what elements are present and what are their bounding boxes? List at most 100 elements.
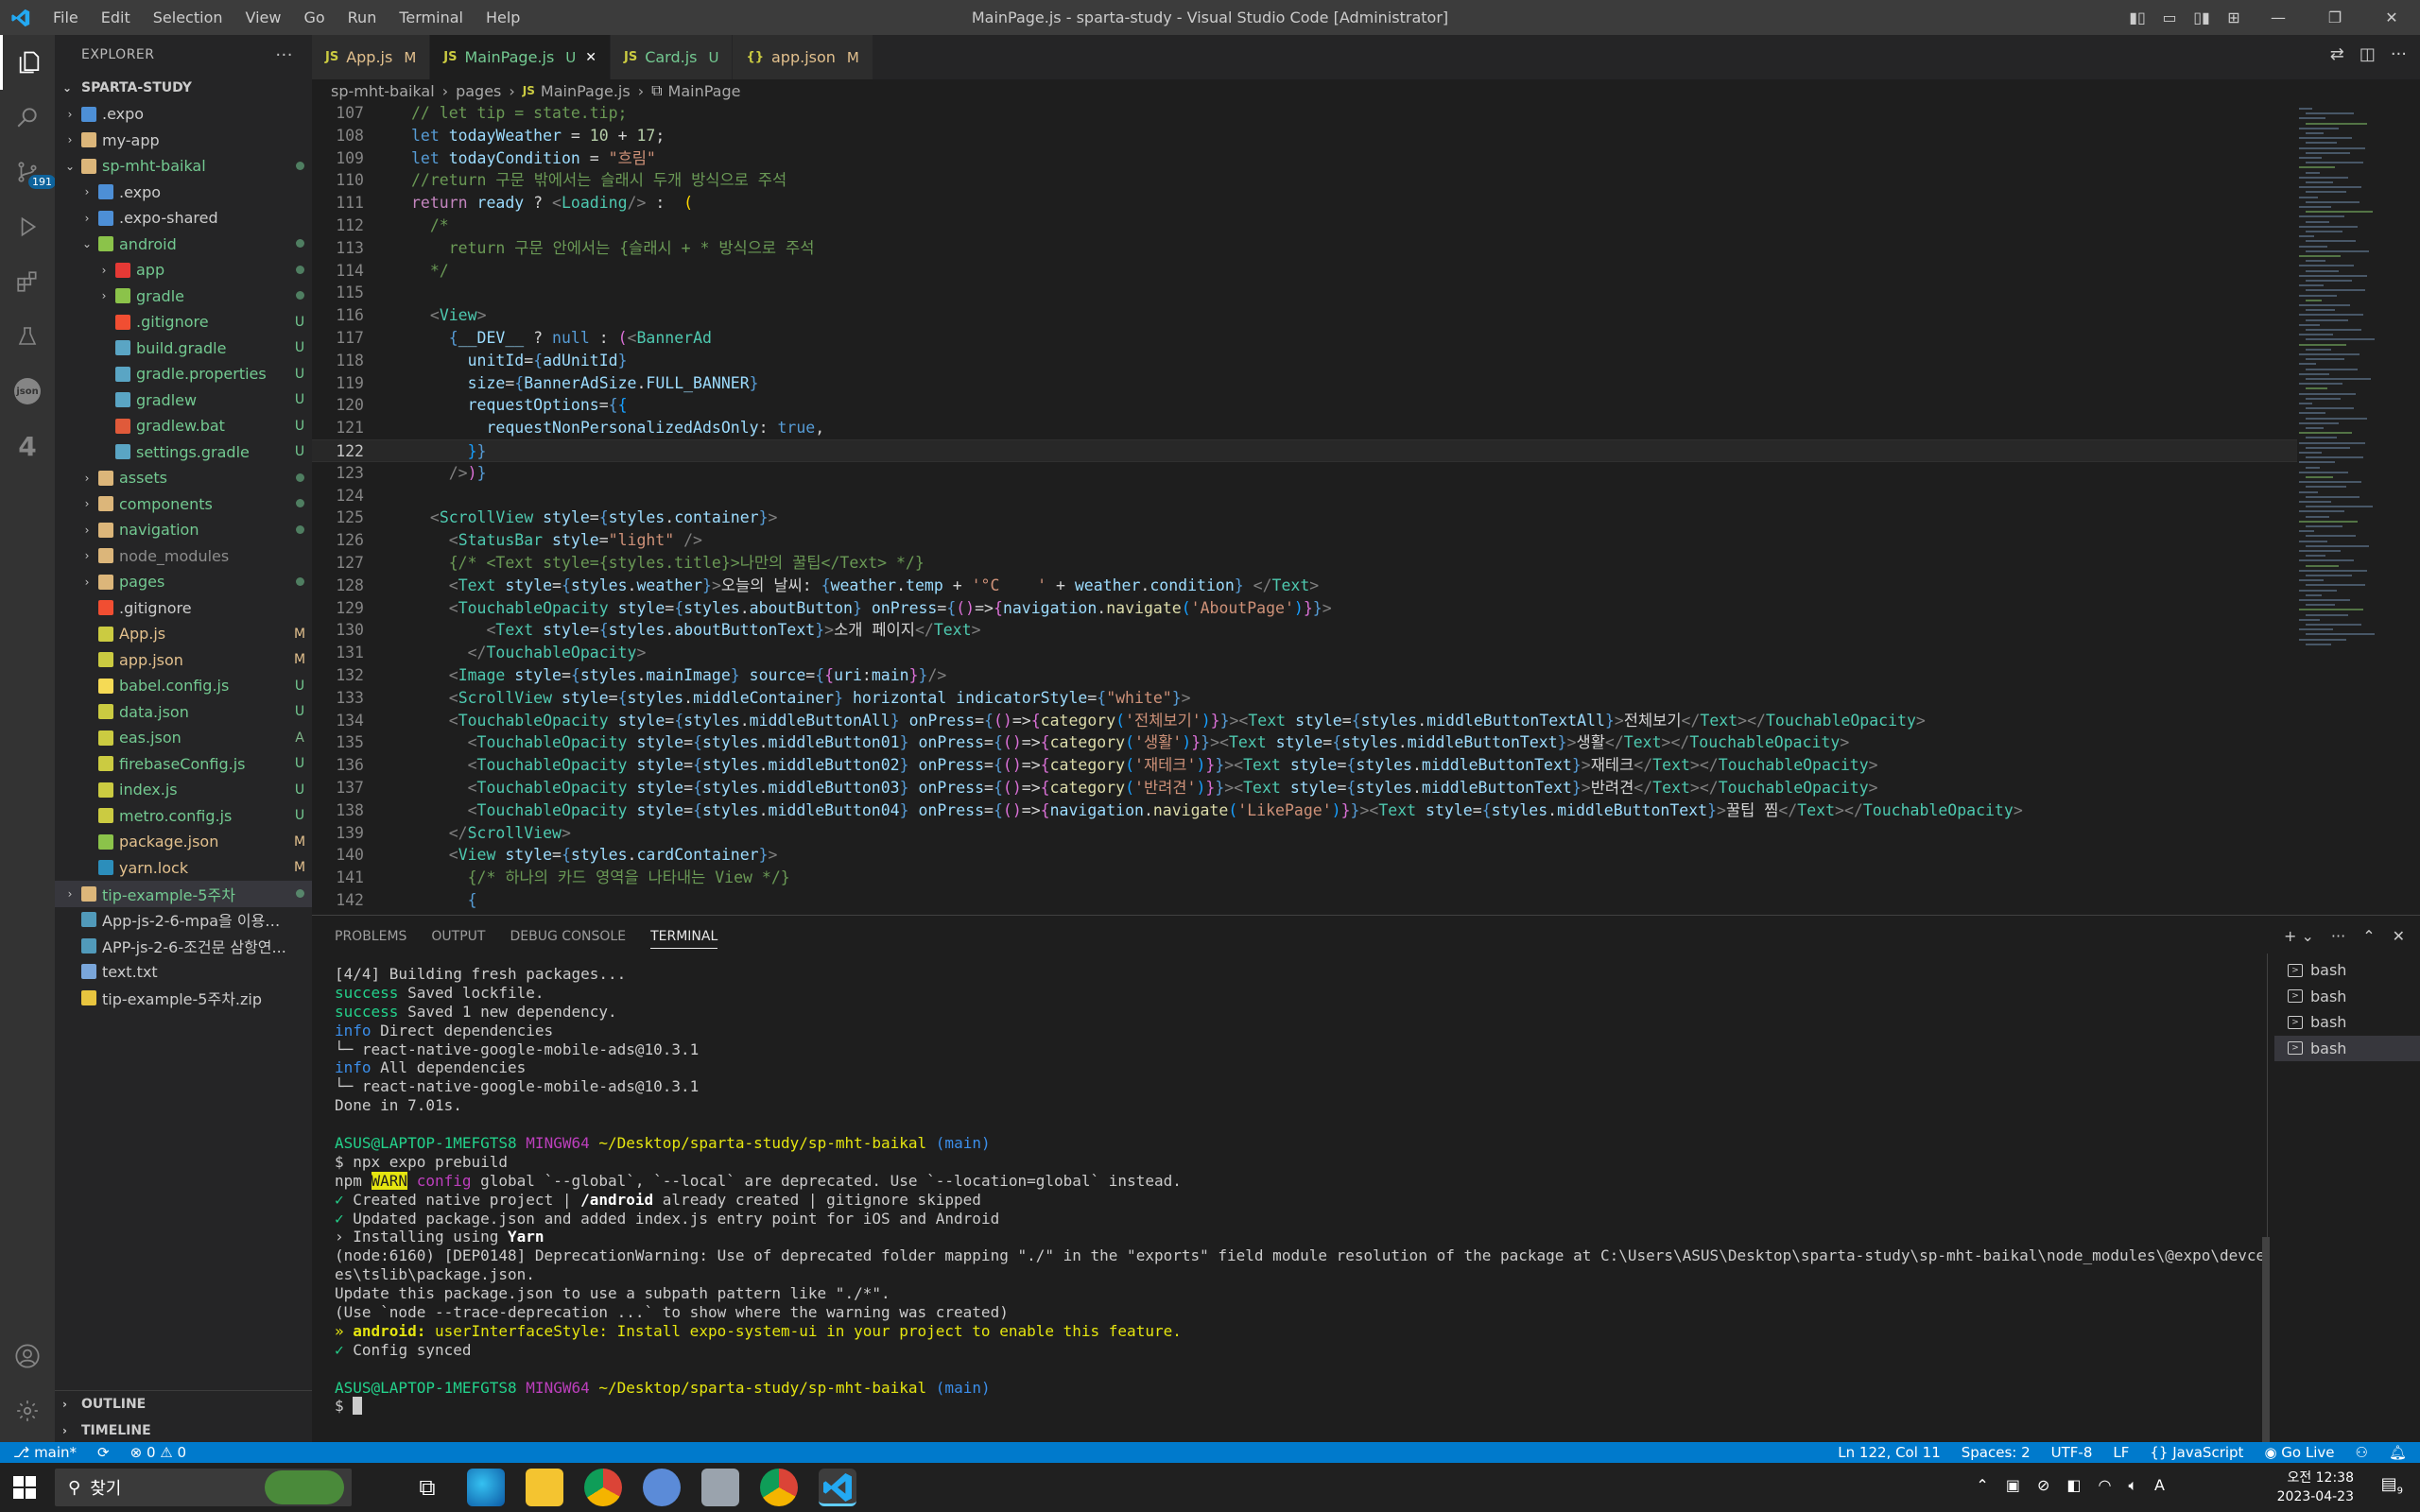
problems-status[interactable]: ⊗ 0 ⚠ 0: [130, 1444, 186, 1461]
code-line[interactable]: 124: [312, 485, 2297, 507]
tab-card-js[interactable]: JS Card.js U: [611, 35, 734, 79]
new-terminal-icon[interactable]: + ⌄: [2284, 927, 2314, 945]
tray-app-icon[interactable]: ▣: [2006, 1476, 2020, 1495]
menu-selection[interactable]: Selection: [142, 0, 234, 35]
code-line[interactable]: 117 {__DEV__ ? null : (<BannerAd: [312, 327, 2297, 350]
terminal-instance[interactable]: > bash: [2274, 957, 2420, 984]
code-line[interactable]: 139 </ScrollView>: [312, 822, 2297, 845]
tree-item[interactable]: › pages: [55, 569, 312, 595]
toggle-panel-icon[interactable]: ▭: [2153, 9, 2186, 26]
close-window-button[interactable]: ✕: [2363, 9, 2420, 26]
menu-terminal[interactable]: Terminal: [388, 0, 475, 35]
terminal-instance[interactable]: > bash: [2274, 1035, 2420, 1061]
account-icon[interactable]: ⚇: [2356, 1444, 2368, 1461]
menu-help[interactable]: Help: [475, 0, 531, 35]
volume-icon[interactable]: 🔈︎: [2128, 1476, 2137, 1495]
code-line[interactable]: 111 return ready ? <Loading/> : (: [312, 192, 2297, 215]
close-panel-icon[interactable]: ✕: [2393, 927, 2405, 945]
sync-icon[interactable]: ⟳: [97, 1444, 110, 1461]
clock[interactable]: 오전 12:38 2023-04-23: [2277, 1469, 2354, 1506]
source-control-icon[interactable]: 191: [0, 145, 56, 199]
encoding[interactable]: UTF-8: [2051, 1444, 2093, 1461]
edge-browser-icon[interactable]: [467, 1469, 505, 1506]
tree-item[interactable]: index.js U: [55, 777, 312, 803]
tree-item[interactable]: tip-example-5주차.zip: [55, 985, 312, 1011]
tree-item[interactable]: ⌄ sp-mht-baikal: [55, 153, 312, 180]
timeline-section[interactable]: › TIMELINE: [55, 1418, 312, 1444]
tree-item[interactable]: .gitignore U: [55, 309, 312, 335]
customize-layout-icon[interactable]: ⊞: [2218, 9, 2250, 26]
minimap[interactable]: [2297, 102, 2420, 915]
breadcrumb-item[interactable]: MainPage: [668, 82, 741, 100]
tab-app-json[interactable]: {} app.json M: [733, 35, 873, 79]
code-line[interactable]: 127 {/* <Text style={styles.title}>나만의 꿀…: [312, 552, 2297, 575]
maximize-button[interactable]: ❐: [2307, 9, 2363, 26]
panel-tab-terminal[interactable]: TERMINAL: [650, 929, 718, 949]
code-line[interactable]: 108 let todayWeather = 10 + 17;: [312, 125, 2297, 147]
messenger-app-icon[interactable]: [643, 1469, 681, 1506]
panel-tab-problems[interactable]: PROBLEMS: [335, 929, 406, 949]
code-line[interactable]: 123 />)}: [312, 462, 2297, 485]
code-line[interactable]: 125 <ScrollView style={styles.container}…: [312, 507, 2297, 529]
tree-item[interactable]: › .expo-shared: [55, 205, 312, 232]
breadcrumb-item[interactable]: sp-mht-baikal: [331, 82, 435, 100]
go-live-button[interactable]: ◉ Go Live: [2264, 1444, 2334, 1461]
terminal-instance[interactable]: > bash: [2274, 1009, 2420, 1036]
maximize-panel-icon[interactable]: ⌃: [2362, 927, 2375, 945]
tree-item[interactable]: package.json M: [55, 829, 312, 855]
tree-item[interactable]: › gradle: [55, 284, 312, 310]
extensions-icon[interactable]: [0, 254, 55, 309]
explorer-icon[interactable]: [0, 35, 55, 90]
code-line[interactable]: 114 */: [312, 260, 2297, 283]
terminal-scrollbar[interactable]: [2262, 1237, 2270, 1443]
tree-item[interactable]: › my-app: [55, 128, 312, 154]
code-line[interactable]: 136 <TouchableOpacity style={styles.midd…: [312, 754, 2297, 777]
more-actions-icon[interactable]: ···: [2331, 927, 2345, 945]
tray-app-icon[interactable]: ◧: [2066, 1476, 2081, 1495]
code-line[interactable]: 126 <StatusBar style="light" />: [312, 529, 2297, 552]
windows-start-icon[interactable]: [13, 1476, 36, 1499]
breadcrumb-item[interactable]: MainPage.js: [541, 82, 631, 100]
terminal-instance[interactable]: > bash: [2274, 984, 2420, 1010]
language-mode[interactable]: {} JavaScript: [2150, 1444, 2243, 1461]
file-explorer-icon[interactable]: [526, 1469, 563, 1506]
code-line[interactable]: 142 {: [312, 889, 2297, 912]
settings-gear-icon[interactable]: [0, 1383, 55, 1438]
vscode-taskbar-icon[interactable]: [819, 1469, 856, 1506]
close-tab-icon[interactable]: ✕: [585, 50, 596, 65]
breadcrumb-item[interactable]: pages: [456, 82, 501, 100]
tree-item[interactable]: › .expo: [55, 101, 312, 128]
tree-item[interactable]: yarn.lock M: [55, 855, 312, 882]
json-icon[interactable]: json: [0, 364, 55, 419]
search-icon[interactable]: [0, 90, 55, 145]
tab-mainpage-js[interactable]: JS MainPage.js U ✕: [430, 35, 611, 79]
four-icon[interactable]: 4: [0, 419, 55, 473]
outline-section[interactable]: › OUTLINE: [55, 1391, 312, 1418]
code-line[interactable]: 130 <Text style={styles.aboutButtonText}…: [312, 619, 2297, 642]
more-actions-icon[interactable]: ···: [2391, 44, 2407, 64]
split-editor-icon[interactable]: ◫: [2360, 44, 2376, 64]
tab-app-js[interactable]: JS App.js M: [312, 35, 431, 79]
toggle-primary-sidebar-icon[interactable]: ▮▯: [2121, 9, 2153, 26]
minimize-button[interactable]: —: [2250, 9, 2307, 26]
tray-chevron-icon[interactable]: ⌃: [1976, 1476, 1988, 1495]
code-line[interactable]: 109 let todayCondition = "흐림": [312, 147, 2297, 170]
code-line[interactable]: 120 requestOptions={{: [312, 394, 2297, 417]
compare-changes-icon[interactable]: ⇄: [2330, 44, 2344, 64]
tree-item[interactable]: text.txt: [55, 959, 312, 986]
code-line[interactable]: 118 unitId={adUnitId}: [312, 350, 2297, 372]
tree-item[interactable]: › navigation: [55, 517, 312, 543]
code-line[interactable]: 135 <TouchableOpacity style={styles.midd…: [312, 731, 2297, 754]
menu-view[interactable]: View: [234, 0, 293, 35]
chrome-icon[interactable]: [584, 1469, 622, 1506]
tree-item[interactable]: App-js-2-6-mpa을 이용한...: [55, 907, 312, 934]
menu-edit[interactable]: Edit: [90, 0, 142, 35]
code-line[interactable]: 137 <TouchableOpacity style={styles.midd…: [312, 777, 2297, 799]
tray-status-icon[interactable]: ⊘: [2037, 1476, 2049, 1495]
panel-tab-output[interactable]: OUTPUT: [431, 929, 485, 949]
taskbar-search[interactable]: ⚲ 찾기: [55, 1469, 352, 1506]
chrome-profile-icon[interactable]: [760, 1469, 798, 1506]
menu-go[interactable]: Go: [292, 0, 336, 35]
tree-item[interactable]: babel.config.js U: [55, 673, 312, 699]
code-line[interactable]: 112 /*: [312, 215, 2297, 237]
